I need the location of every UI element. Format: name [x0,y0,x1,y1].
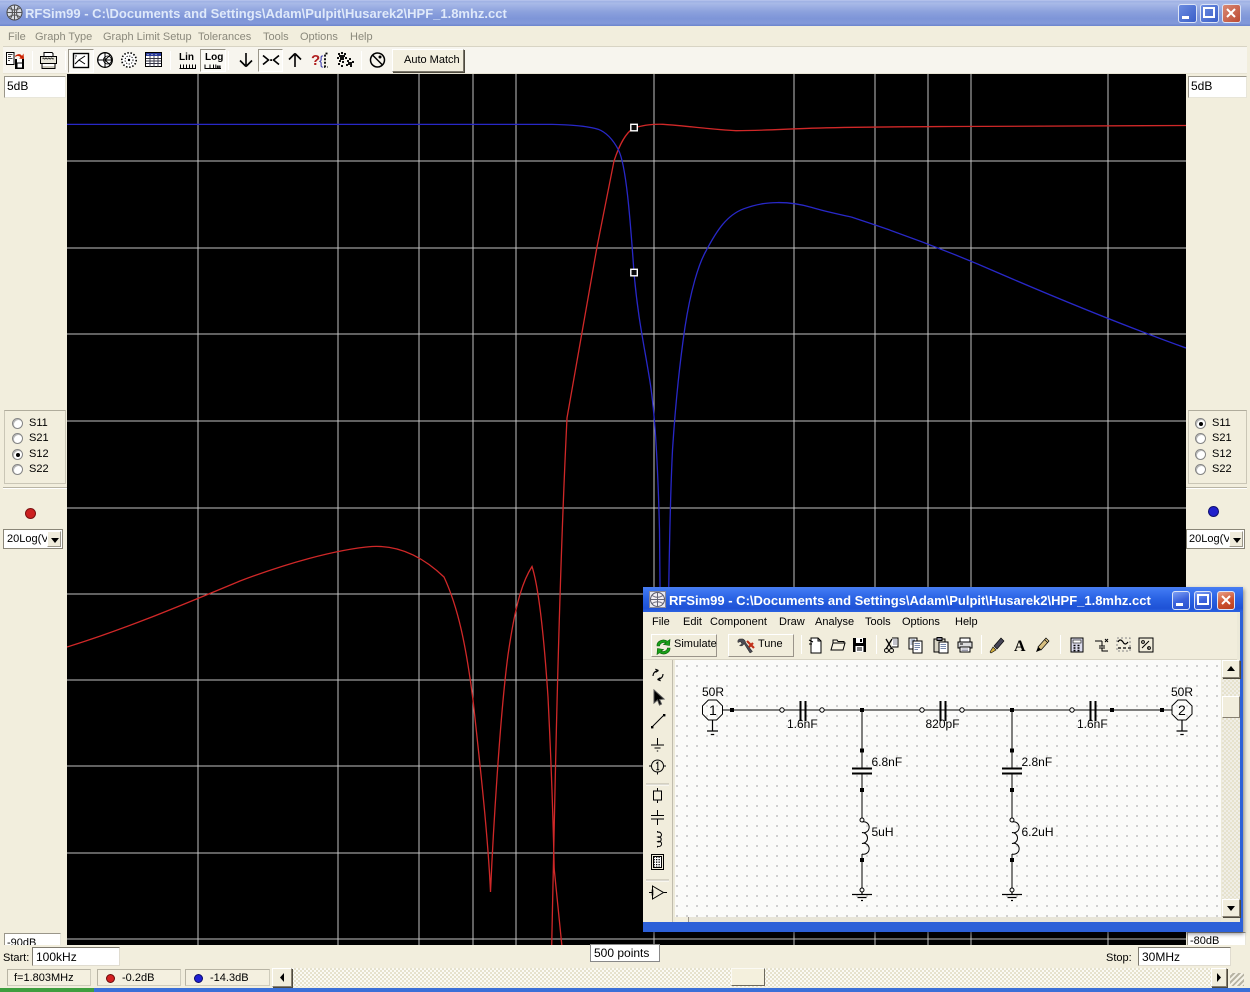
svg-text:50R: 50R [702,685,724,699]
svg-text:6.2uH: 6.2uH [1022,825,1054,839]
svg-text:2: 2 [1178,702,1186,718]
svg-text:5uH: 5uH [872,825,894,839]
svg-text:Lin: Lin [179,52,194,63]
svg-text:A: A [1014,638,1026,655]
svg-text:{: { [319,53,324,68]
svg-text:6.8nF: 6.8nF [872,755,903,769]
svg-text:2.8nF: 2.8nF [1022,755,1053,769]
svg-text:1: 1 [709,702,717,718]
svg-text:820pF: 820pF [926,717,960,731]
svg-text:50R: 50R [1171,685,1193,699]
svg-text:1.6nF: 1.6nF [787,717,818,731]
svg-text:1.6nF: 1.6nF [1077,717,1108,731]
svg-text:Log: Log [205,52,223,63]
